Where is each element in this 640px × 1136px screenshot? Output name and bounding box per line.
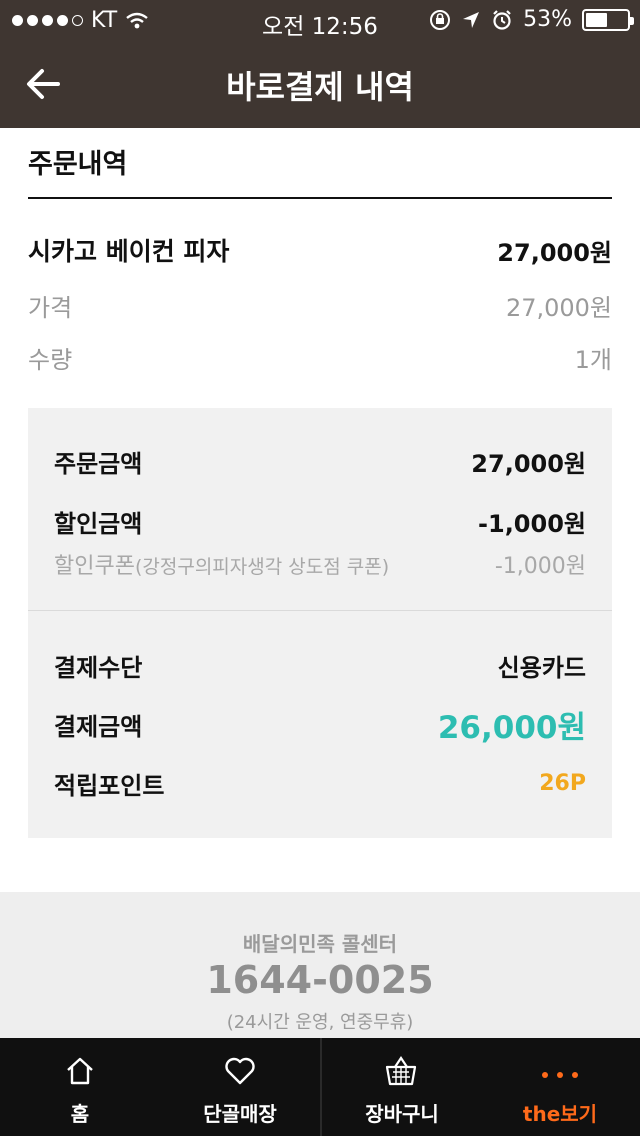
price-row: 가격 27,000원 [28,288,612,323]
discount-row: 할인금액 -1,000원 [54,504,586,539]
order-amount-value: 27,000원 [471,450,586,478]
quantity-value: 1개 [574,346,612,374]
price-value: 27,000원 [505,294,612,322]
home-icon [67,1057,93,1085]
tab-favorites[interactable]: 단골매장 [160,1038,320,1136]
status-bar: KT 오전 12:56 53% [0,0,640,40]
basket-icon [385,1056,417,1086]
payment-summary-panel: 주문금액 27,000원 할인금액 -1,000원 할인쿠폰(강정구의피자생각 … [28,408,612,838]
discount-label: 할인금액 [54,510,143,538]
payment-amount-label: 결제금액 [54,713,143,741]
call-center-title: 배달의민족 콜센터 [242,932,398,956]
page-title: 바로결제 내역 [226,68,414,106]
tab-home-label: 홈 [70,1102,90,1126]
points-row: 적립포인트 26P [54,766,586,801]
tab-more[interactable]: the보기 [480,1038,640,1136]
quantity-label: 수량 [28,346,73,374]
discount-value: -1,000원 [478,510,586,538]
payment-method-value: 신용카드 [497,654,586,682]
app-header: KT 오전 12:56 53% 바로결제 내역 [0,0,640,128]
location-icon [463,11,480,28]
tab-home[interactable]: 홈 [0,1038,160,1136]
status-right: 53% [429,7,634,32]
heart-icon [225,1057,255,1085]
item-total: 27,000원 [497,238,612,267]
tab-cart-label: 장바구니 [365,1102,439,1126]
tab-favorites-label: 단골매장 [203,1102,277,1126]
coupon-detail: (강정구의피자생각 상도점 쿠폰) [134,556,390,578]
order-amount-label: 주문금액 [54,450,143,478]
orientation-lock-icon [430,9,451,30]
panel-divider [28,610,612,611]
battery-percent: 53% [523,7,572,32]
payment-amount-row: 결제금액 26,000원 [54,702,586,747]
coupon-label: 할인쿠폰 [54,554,135,579]
coupon-row: 할인쿠폰(강정구의피자생각 상도점 쿠폰) -1,000원 [54,548,586,580]
tab-cart[interactable]: 장바구니 [320,1038,480,1136]
payment-amount-value: 26,000원 [437,710,586,746]
more-dots-icon [542,1072,578,1078]
section-divider [28,197,612,199]
coupon-value: -1,000원 [494,554,586,579]
payment-method-row: 결제수단 신용카드 [54,648,586,683]
call-center-phone[interactable]: 1644-0025 [0,958,640,1002]
payment-method-label: 결제수단 [54,654,143,682]
points-value: 26P [539,771,586,796]
coupon-label-group: 할인쿠폰(강정구의피자생각 상도점 쿠폰) [54,548,389,580]
battery-icon [582,8,634,31]
bottom-tab-bar: 홈 단골매장 장바구니 the보기 [0,1038,640,1136]
navigation-bar: 바로결제 내역 [0,40,640,128]
tab-more-label: the보기 [522,1102,598,1126]
order-amount-row: 주문금액 27,000원 [54,444,586,479]
price-label: 가격 [28,294,73,322]
alarm-icon [493,9,511,30]
section-title-order: 주문내역 [28,149,128,180]
quantity-row: 수량 1개 [28,340,612,375]
call-center-section: 배달의민족 콜센터 1644-0025 (24시간 운영, 연중무휴) [0,892,640,1038]
order-item-row: 시카고 베이컨 피자 27,000원 [28,232,612,268]
points-label: 적립포인트 [54,772,165,800]
item-name: 시카고 베이컨 피자 [28,237,230,266]
call-center-hours: (24시간 운영, 연중무휴) [226,1012,414,1033]
